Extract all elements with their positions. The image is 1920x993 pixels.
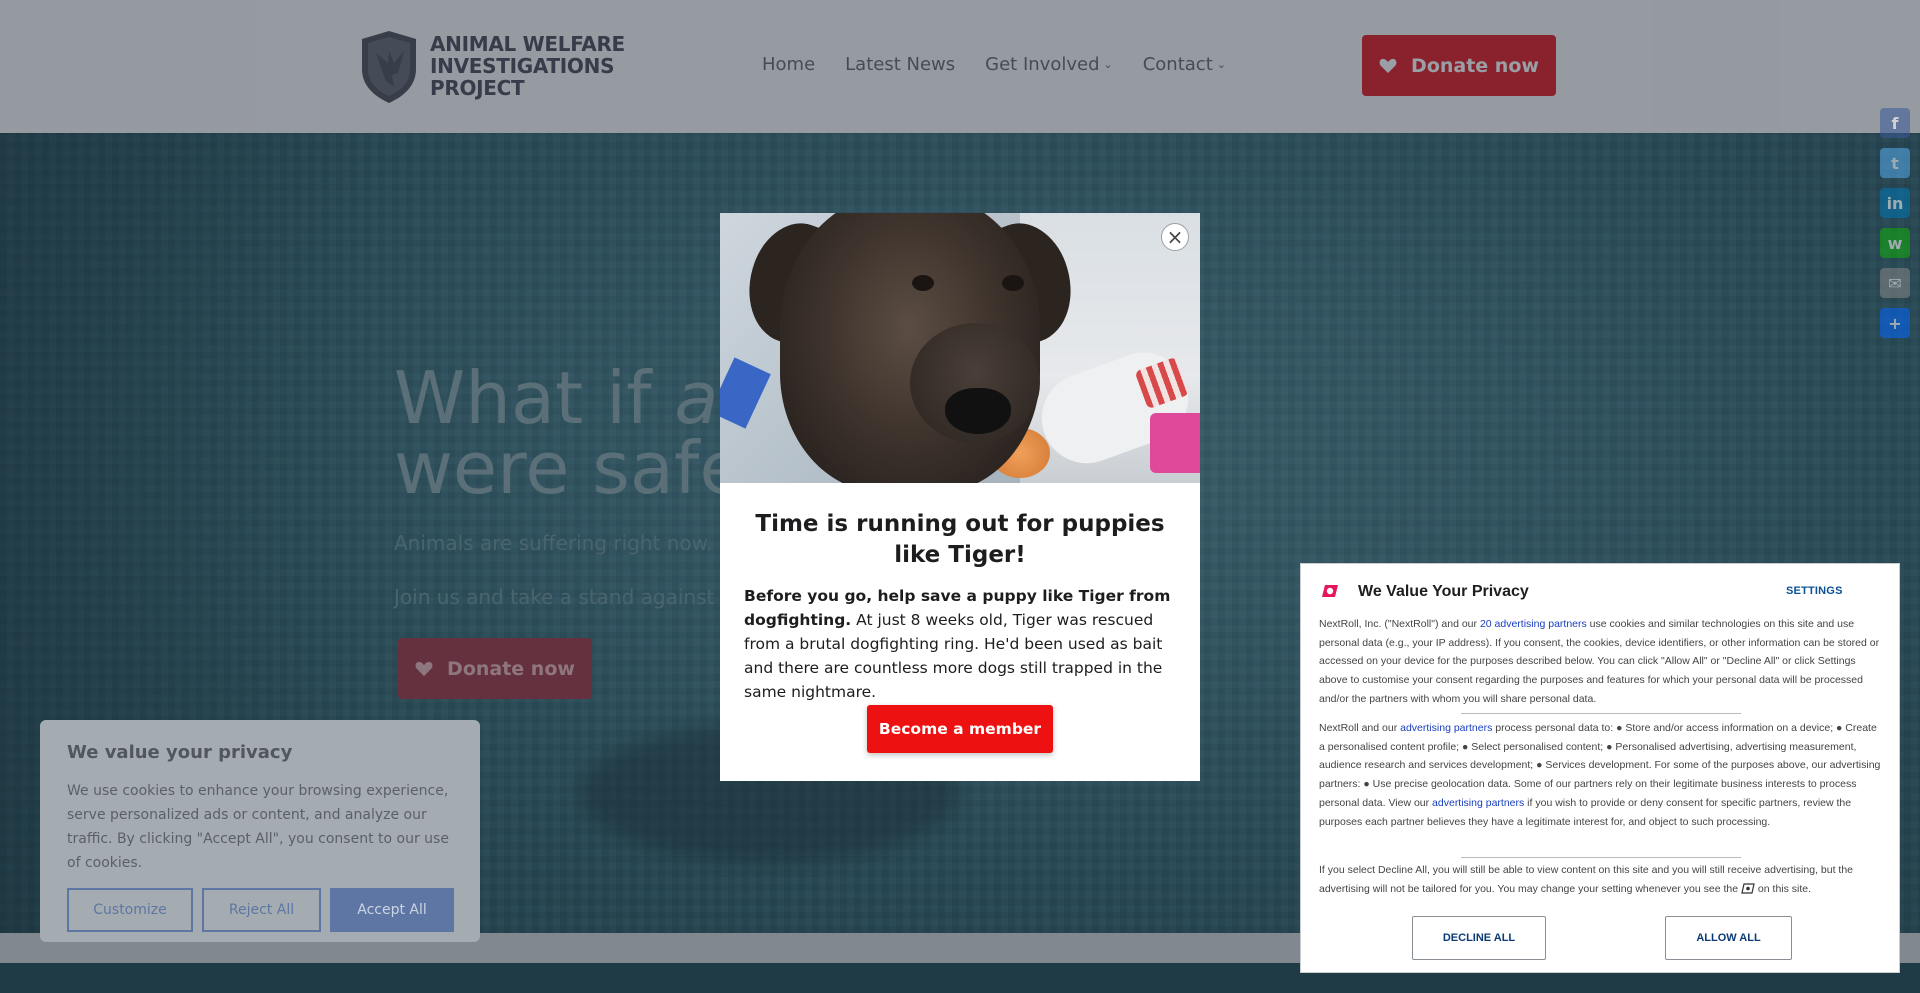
nextroll-inline-icon [1741, 883, 1755, 894]
chevron-down-icon: ⌄ [1103, 58, 1113, 71]
advertising-partners-link[interactable]: 20 advertising partners [1480, 618, 1587, 630]
logo-line: PROJECT [430, 76, 525, 100]
facebook-icon[interactable]: f [1880, 108, 1910, 138]
donate-label: Donate now [1411, 54, 1539, 77]
puppy-eye [912, 275, 934, 291]
allow-all-button[interactable]: ALLOW ALL [1665, 916, 1792, 960]
nav-label: Latest News [845, 54, 956, 75]
donate-button[interactable]: Donate now [1362, 35, 1556, 96]
divider [1461, 713, 1741, 714]
whatsapp-icon[interactable]: w [1880, 228, 1910, 258]
popup-body: Before you go, help save a puppy like Ti… [744, 584, 1184, 704]
privacy-text: process personal data to: ● Store and/or… [1319, 722, 1881, 809]
accept-all-button[interactable]: Accept All [330, 888, 454, 932]
photo-detail [720, 357, 771, 429]
puppy-head [780, 213, 1040, 483]
chevron-down-icon: ⌄ [1216, 58, 1226, 71]
hero-subtitle: Animals are suffering right now. [394, 531, 713, 555]
cookie-consent-card: We value your privacy We use cookies to … [40, 720, 480, 942]
privacy-text: NextRoll, Inc. ("NextRoll") and our [1319, 618, 1480, 630]
photo-detail [1150, 413, 1200, 473]
logo-line: INVESTIGATIONS [430, 54, 615, 78]
become-member-button[interactable]: Become a member [867, 705, 1053, 753]
heart-icon [415, 661, 433, 676]
nextroll-logo-icon [1322, 585, 1338, 597]
hero-headline: What if all were safe [394, 362, 758, 504]
puppy-photo: × [720, 213, 1200, 483]
advertising-partners-link[interactable]: advertising partners [1432, 797, 1524, 809]
linkedin-icon[interactable]: in [1880, 188, 1910, 218]
popup-title: Time is running out for puppies like Tig… [755, 511, 1165, 568]
main-nav: Home Latest News Get Involved ⌄ Contact ⌄ [762, 54, 1226, 75]
eagle-shield-icon [362, 31, 416, 103]
site-header: ANIMAL WELFARE INVESTIGATIONS PROJECT Ho… [0, 0, 1920, 133]
privacy-text: use cookies and similar technologies on … [1319, 618, 1880, 705]
nav-get-involved[interactable]: Get Involved ⌄ [985, 54, 1113, 75]
cookie-title: We value your privacy [67, 742, 293, 763]
share-sidebar: f t in w ✉ + [1880, 108, 1912, 348]
donation-popup: × Time is running out for puppies like T… [720, 213, 1200, 781]
divider [1461, 857, 1741, 858]
privacy-paragraph-2: NextRoll and our advertising partners pr… [1319, 719, 1883, 831]
logo-wordmark: ANIMAL WELFARE INVESTIGATIONS PROJECT [430, 33, 625, 99]
share-plus-icon[interactable]: + [1880, 308, 1910, 338]
privacy-title: We Value Your Privacy [1358, 583, 1529, 600]
settings-link[interactable]: SETTINGS [1786, 585, 1843, 597]
email-icon[interactable]: ✉ [1880, 268, 1910, 298]
hero-donate-button[interactable]: Donate now [398, 638, 592, 699]
reject-all-button[interactable]: Reject All [202, 888, 321, 932]
twitter-icon[interactable]: t [1880, 148, 1910, 178]
puppy-nose [945, 388, 1011, 434]
privacy-text: NextRoll and our [1319, 722, 1401, 734]
hero-subtitle-2: Join us and take a stand against cr [394, 585, 740, 609]
privacy-paragraph-1: NextRoll, Inc. ("NextRoll") and our 20 a… [1319, 615, 1883, 709]
cookie-actions: Customize Reject All Accept All [67, 888, 454, 932]
donate-label: Donate now [447, 657, 575, 680]
advertising-partners-link[interactable]: advertising partners [1400, 722, 1492, 734]
decline-all-button[interactable]: DECLINE ALL [1412, 916, 1546, 960]
close-icon[interactable]: × [1161, 223, 1189, 251]
nav-label: Home [762, 54, 816, 75]
nav-label: Get Involved [985, 54, 1100, 75]
nav-home[interactable]: Home [762, 54, 815, 75]
nav-label: Contact [1142, 54, 1213, 75]
heart-icon [1379, 58, 1397, 73]
privacy-text: on this site. [1755, 882, 1812, 895]
customize-button[interactable]: Customize [67, 888, 193, 932]
headline-line2: were safe [394, 426, 744, 510]
nav-contact[interactable]: Contact ⌄ [1143, 54, 1226, 75]
nav-latest-news[interactable]: Latest News [845, 54, 955, 75]
nextroll-privacy-panel: We Value Your Privacy SETTINGS NextRoll,… [1300, 563, 1900, 973]
logo-line: ANIMAL WELFARE [430, 32, 625, 56]
puppy-eye [1002, 275, 1024, 291]
privacy-paragraph-3: If you select Decline All, you will stil… [1319, 861, 1883, 898]
site-logo[interactable]: ANIMAL WELFARE INVESTIGATIONS PROJECT [358, 29, 625, 105]
cookie-body: We use cookies to enhance your browsing … [67, 783, 449, 871]
